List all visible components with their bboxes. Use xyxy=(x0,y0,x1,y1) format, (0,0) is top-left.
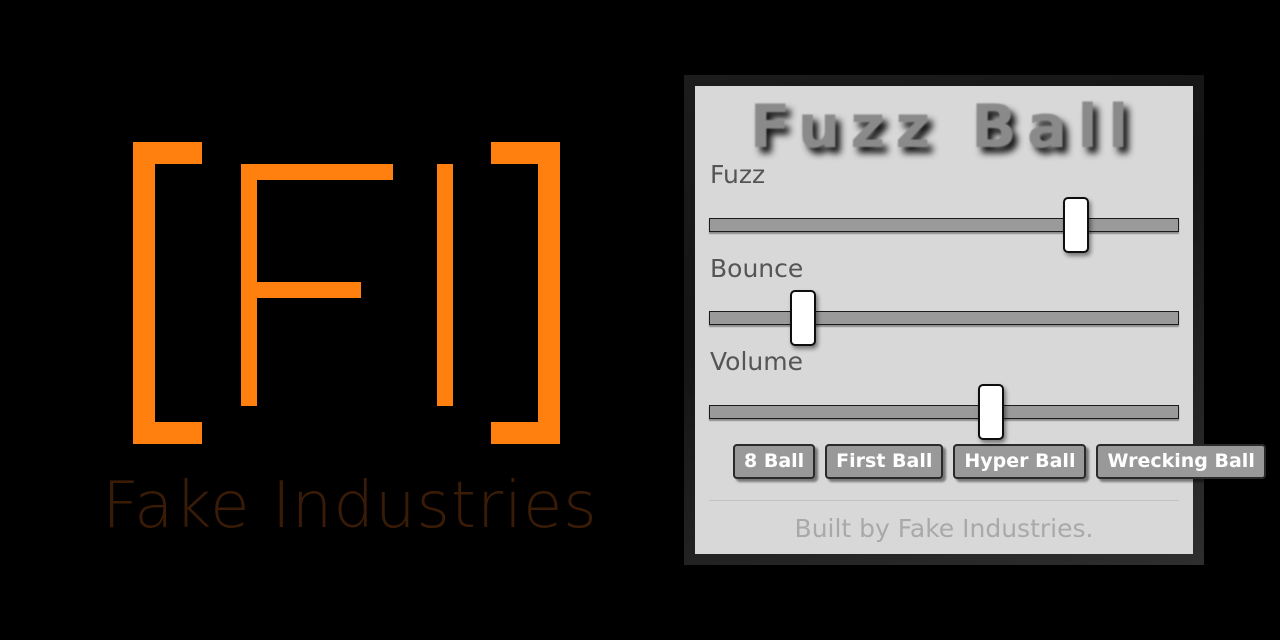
ball-button-row: 8 Ball First Ball Hyper Ball Wrecking Ba… xyxy=(709,443,1266,480)
slider-track-volume[interactable] xyxy=(709,404,1179,419)
right-bracket-bottom-bar xyxy=(491,422,560,444)
right-bracket-icon xyxy=(491,142,560,444)
slider-track-bounce[interactable] xyxy=(709,311,1179,325)
brand-wordmark: Fake Industries xyxy=(102,469,598,543)
left-bracket-stem xyxy=(133,142,155,444)
button-8-ball[interactable]: 8 Ball xyxy=(733,443,816,480)
logo-letter-i-icon xyxy=(437,164,453,406)
slider-volume[interactable] xyxy=(709,383,1179,440)
right-bracket-stem xyxy=(538,142,560,444)
brand-area: Fake Industries xyxy=(0,0,660,640)
slider-bounce[interactable] xyxy=(709,290,1179,346)
panel-divider xyxy=(709,500,1179,502)
slider-label-volume: Volume xyxy=(710,347,803,376)
slider-label-fuzz: Fuzz xyxy=(710,160,766,189)
slider-track-fuzz[interactable] xyxy=(709,217,1179,232)
slider-thumb-volume[interactable] xyxy=(978,383,1004,440)
slider-thumb-fuzz[interactable] xyxy=(1062,196,1089,253)
letter-f-top-bar xyxy=(241,164,393,180)
fake-industries-logo-icon xyxy=(133,142,560,444)
app-window-frame: Fuzz Ball Fuzz Bounce Volume 8 Ball Firs… xyxy=(684,75,1266,565)
button-hyper-ball[interactable]: Hyper Ball xyxy=(953,443,1087,480)
button-first-ball[interactable]: First Ball xyxy=(825,443,944,480)
app-panel: Fuzz Ball Fuzz Bounce Volume 8 Ball Firs… xyxy=(695,86,1266,554)
slider-thumb-bounce[interactable] xyxy=(790,290,816,346)
control-group-fuzz: Fuzz xyxy=(709,161,1179,253)
control-group-bounce: Bounce xyxy=(709,253,1179,346)
app-title: Fuzz Ball xyxy=(749,92,1139,162)
logo-letter-f-icon xyxy=(241,164,393,406)
control-group-volume: Volume xyxy=(709,348,1179,440)
slider-fuzz[interactable] xyxy=(709,196,1179,253)
slider-label-bounce: Bounce xyxy=(710,253,804,283)
letter-f-middle-bar xyxy=(241,282,361,298)
left-bracket-icon xyxy=(133,142,202,444)
app-footer-credit: Built by Fake Industries. xyxy=(794,514,1094,544)
button-wrecking-ball[interactable]: Wrecking Ball xyxy=(1096,443,1266,480)
left-bracket-bottom-bar xyxy=(133,422,202,444)
